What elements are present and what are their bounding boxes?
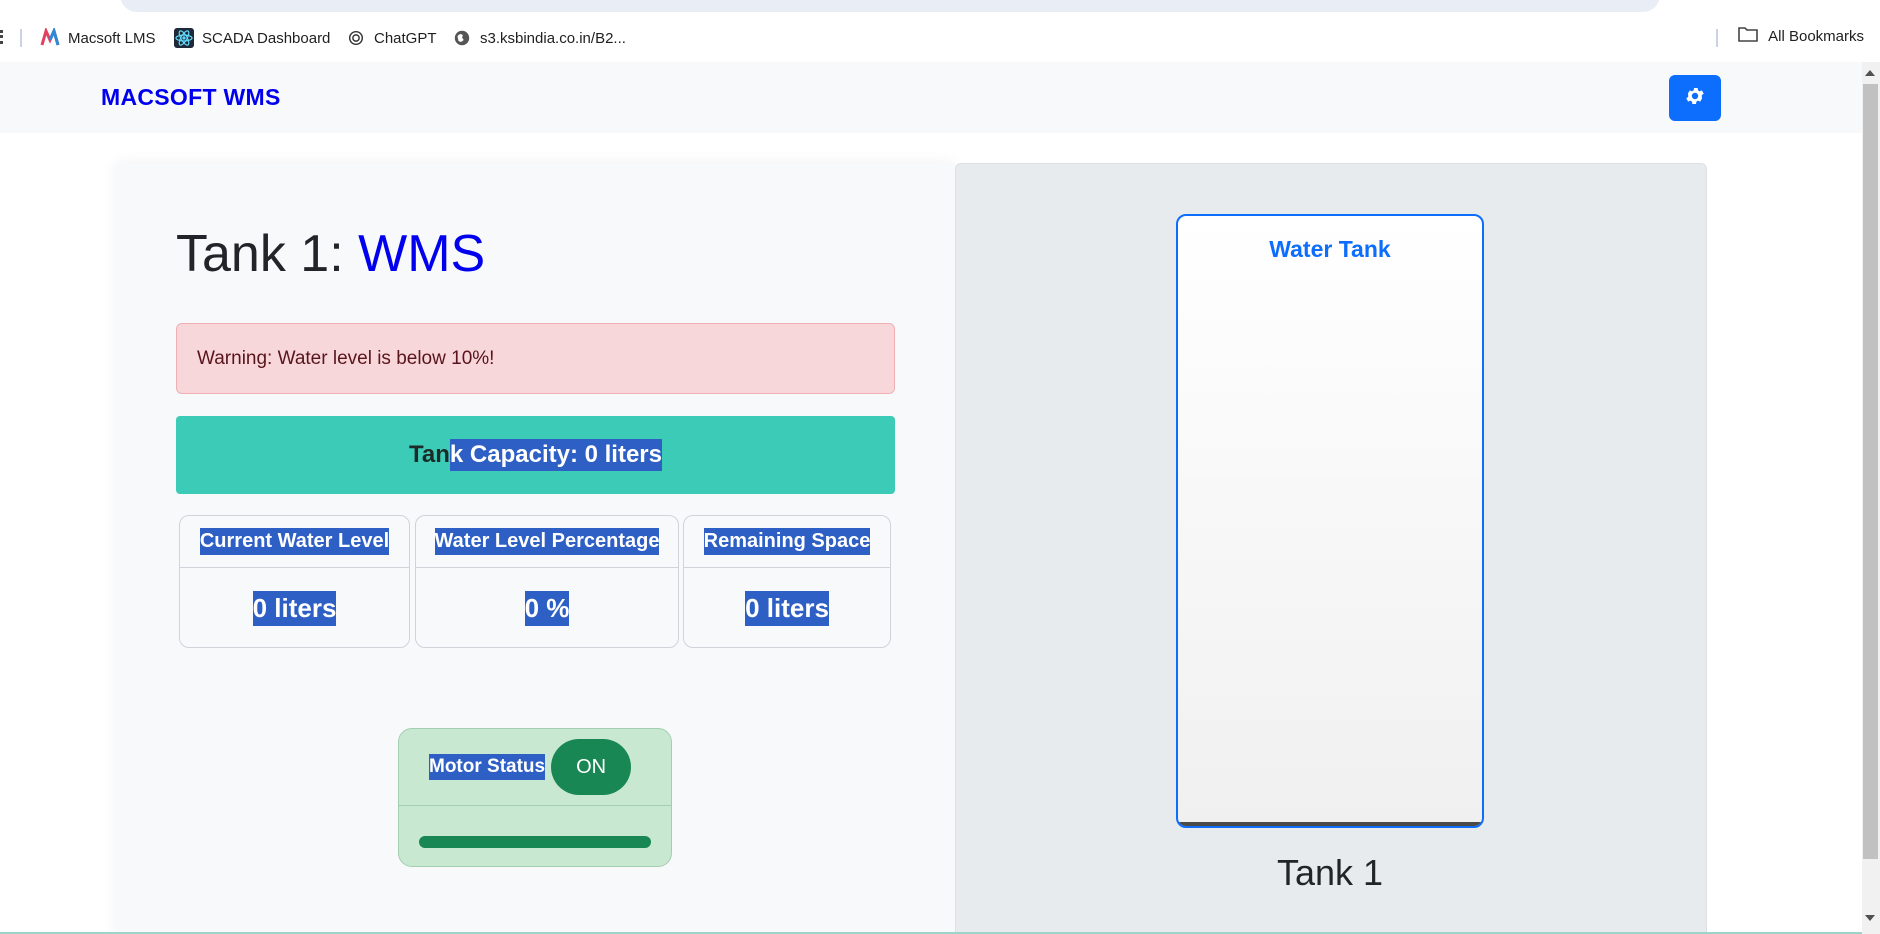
stat-value: 0 liters (745, 590, 829, 626)
scroll-up-arrow-icon[interactable] (1865, 70, 1875, 76)
apps-icon[interactable] (0, 30, 3, 44)
bookmark-macsoft-lms[interactable]: Macsoft LMS (40, 26, 156, 50)
brand-title[interactable]: MACSOFT WMS (101, 84, 281, 111)
page-title: Tank 1: WMS (176, 224, 485, 284)
bookmarks-divider (1716, 29, 1718, 47)
bookmark-label: Macsoft LMS (68, 29, 156, 47)
stat-card-remaining-space: Remaining Space 0 liters (683, 515, 891, 648)
motor-status-label: Motor Status (429, 754, 546, 780)
bookmarks-bar: Macsoft LMS SCADA Dashboard ChatGPT s3.k… (0, 18, 1880, 58)
title-prefix: Tank 1: (176, 225, 344, 283)
navbar: MACSOFT WMS (0, 62, 1862, 133)
water-tank-graphic: Water Tank (1176, 214, 1484, 828)
settings-button[interactable] (1669, 75, 1721, 121)
stat-value: 0 % (524, 590, 570, 626)
bookmark-label: s3.ksbindia.co.in/B2... (480, 29, 626, 47)
folder-icon (1738, 26, 1758, 46)
bookmark-scada-dashboard[interactable]: SCADA Dashboard (174, 26, 330, 50)
bookmark-label: SCADA Dashboard (202, 29, 331, 47)
bookmark-label: ChatGPT (374, 29, 437, 47)
bookmark-ksbindia[interactable]: s3.ksbindia.co.in/B2... (452, 26, 626, 50)
bookmark-chatgpt[interactable]: ChatGPT (346, 26, 437, 50)
scrollbar-thumb[interactable] (1863, 84, 1878, 859)
motor-status-card: Motor Status ON (398, 728, 672, 867)
stat-label: Current Water Level (199, 528, 390, 555)
title-accent: WMS (358, 225, 486, 283)
all-bookmarks-label: All Bookmarks (1768, 27, 1864, 45)
stat-card-level-percentage: Water Level Percentage 0 % (415, 515, 679, 648)
stat-card-current-level: Current Water Level 0 liters (179, 515, 410, 648)
globe-icon (452, 28, 472, 48)
tank-name-label: Tank 1 (1276, 852, 1384, 893)
all-bookmarks-button[interactable]: All Bookmarks (1738, 26, 1864, 46)
capacity-text-start: Tan (409, 441, 450, 468)
bookmarks-divider (20, 29, 22, 47)
react-icon (174, 28, 194, 48)
scroll-down-arrow-icon[interactable] (1865, 915, 1875, 921)
stat-label: Remaining Space (703, 528, 871, 555)
stat-label: Water Level Percentage (434, 528, 660, 555)
capacity-text-selected: k Capacity: 0 liters (449, 439, 662, 471)
chatgpt-icon (346, 28, 366, 48)
motor-progress-bar (419, 836, 651, 848)
water-tank-title: Water Tank (1269, 236, 1391, 262)
macsoft-icon (40, 28, 60, 48)
address-bar[interactable] (120, 0, 1660, 12)
motor-toggle-button[interactable]: ON (551, 739, 632, 795)
tank-capacity-banner: Tan k Capacity: 0 liters (176, 416, 895, 494)
gear-icon (1684, 85, 1706, 112)
stat-value: 0 liters (252, 590, 337, 626)
low-level-warning-alert: Warning: Water level is below 10%! (176, 323, 895, 394)
water-fill-level (1178, 822, 1482, 826)
